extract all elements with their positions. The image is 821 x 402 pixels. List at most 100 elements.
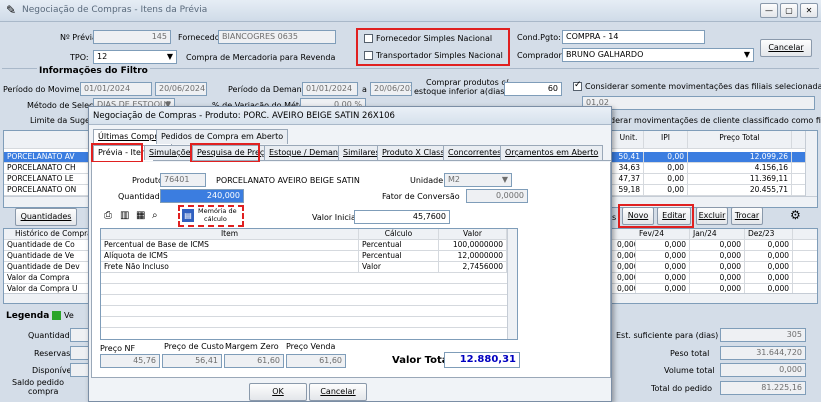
fornecedor-simples-checkbox[interactable] <box>364 34 373 43</box>
preco-venda-field[interactable]: 61,60 <box>286 354 346 368</box>
preco-nf-label: Preço NF <box>100 344 136 353</box>
preco-nf-field[interactable]: 45,76 <box>100 354 160 368</box>
back-s-label: s <box>612 213 617 222</box>
tab-pedidos-aberto[interactable]: Pedidos de Compra em Aberto <box>156 129 289 144</box>
tab-orcamentos-aberto[interactable]: Orçamentos em Aberto <box>500 145 604 160</box>
grid-icon[interactable]: ▦ <box>136 210 148 222</box>
reservas-label: Reservas <box>34 349 71 358</box>
periodo-mov-to[interactable]: 20/06/2024 <box>155 82 207 96</box>
memoria-calculo-button[interactable]: ▤ Memória de cálculo <box>182 207 240 225</box>
calc-scrollbar[interactable] <box>507 229 517 339</box>
volume-label: Volume total <box>664 366 715 375</box>
cond-pgto-field[interactable]: COMPRA - 14 <box>562 30 705 44</box>
peso-label: Peso total <box>670 349 710 358</box>
col-valor: Valor <box>439 229 507 240</box>
comprador-value: BRUNO GALHARDO <box>566 50 644 59</box>
reservas-field[interactable] <box>70 346 90 360</box>
product-ipi: 0,00 <box>644 163 688 174</box>
col-calculo: Cálculo <box>359 229 439 240</box>
tab-concorrentes[interactable]: Concorrentes <box>443 145 507 160</box>
preco-custo-field[interactable]: 56,41 <box>162 354 222 368</box>
produto-code-field[interactable]: 76401 <box>160 173 206 187</box>
legenda-item: Ve <box>64 311 74 320</box>
calc-type: Valor <box>359 262 439 273</box>
volume-field[interactable]: 0,000 <box>720 363 806 377</box>
margem-label: Margem Zero <box>225 342 279 351</box>
periodo-dem-from[interactable]: 01/01/2024 <box>302 82 358 96</box>
margem-field[interactable]: 61,60 <box>224 354 284 368</box>
product-total: 20.455,71 <box>688 185 792 196</box>
preview-icon[interactable]: ⌕ <box>152 210 164 222</box>
quantidade-dialog-field[interactable]: 240,000 <box>160 189 244 203</box>
columns-icon[interactable]: ▥ <box>120 210 132 222</box>
table-row[interactable]: Frete Não Incluso Valor 2,7456000 <box>101 262 517 273</box>
minimize-button[interactable]: — <box>760 3 778 18</box>
valor-inicial-label: Valor Inicial <box>312 213 359 222</box>
peso-field[interactable]: 31.644,720 <box>720 346 806 360</box>
est-field[interactable]: 305 <box>720 328 806 342</box>
produto-desc: PORCELANATO AVEIRO BEIGE SATIN <box>216 176 360 185</box>
total-pedido-field[interactable]: 81.225,16 <box>720 381 806 395</box>
disponivel-field[interactable] <box>70 363 90 377</box>
novo-button[interactable]: Novo <box>622 207 654 225</box>
tab-simulacoes-label: Simulações <box>149 148 195 157</box>
history-value: 0,000 <box>636 273 690 284</box>
calc-item: Alíquota de ICMS <box>101 251 359 262</box>
quantidade-dialog-label: Quantidade <box>118 192 165 201</box>
cancelar-main-button[interactable]: Cancelar <box>760 39 812 57</box>
history-value: 0,000 <box>614 262 636 273</box>
col-dez23: Dez/23 <box>745 229 793 240</box>
calc-grid[interactable]: Item Cálculo Valor Percentual de Base de… <box>100 228 518 340</box>
history-value: 0,000 <box>745 251 793 262</box>
transportador-simples-checkbox[interactable] <box>364 51 373 60</box>
products-scrollbar[interactable] <box>805 131 817 197</box>
top-tabs: Últimas Compras Pedidos de Compra em Abe… <box>91 129 611 145</box>
comprar-label-2: estoque inferior a(dias) <box>414 87 508 96</box>
considerar-label: Considerar somente movimentações das fil… <box>585 82 821 91</box>
main-tabs: Prévia - Item Simulações Pesquisa de Pre… <box>91 145 611 161</box>
comprador-select[interactable]: BRUNO GALHARDO ▼ <box>562 48 754 62</box>
filiais-field[interactable]: 01,02 <box>582 96 815 110</box>
product-total: 4.156,16 <box>688 163 792 174</box>
valor-inicial-field[interactable]: 45,7600 <box>354 210 450 224</box>
tools-icon[interactable]: ⚙ <box>790 208 801 222</box>
excluir-button[interactable]: Excluir <box>696 207 728 225</box>
table-row[interactable]: Percentual de Base de ICMS Percentual 10… <box>101 240 517 251</box>
ok-button[interactable]: OK <box>249 383 307 401</box>
excluir-label: Excluir <box>698 211 726 220</box>
tab-quantidades[interactable]: Quantidades <box>15 208 77 226</box>
trocar-label: Trocar <box>734 211 760 220</box>
trocar-button[interactable]: Trocar <box>731 207 763 225</box>
unidade-select[interactable]: M2 ▼ <box>444 173 512 187</box>
product-unit: 59,18 <box>614 185 644 196</box>
empty-row <box>101 317 517 328</box>
close-button[interactable]: ✕ <box>800 3 818 18</box>
comprar-label-1: Comprar produtos c/ <box>426 78 509 87</box>
history-value: 0,000 <box>690 262 745 273</box>
empty-row <box>101 306 517 317</box>
col-jan24: Jan/24 <box>690 229 745 240</box>
editar-button[interactable]: Editar <box>657 207 691 225</box>
calc-type: Percentual <box>359 240 439 251</box>
history-row-label: Valor da Compra <box>4 273 94 284</box>
quantidade-sum-field[interactable] <box>70 328 90 342</box>
tpo-field[interactable]: 12 ▼ <box>93 50 177 64</box>
considerar-checkbox[interactable] <box>573 80 582 91</box>
maximize-button[interactable]: ▢ <box>780 3 798 18</box>
nprevia-field[interactable]: 145 <box>93 30 171 44</box>
fator-field[interactable]: 0,0000 <box>466 189 528 203</box>
fornecedor-field[interactable]: BIANCOGRES 0635 <box>218 30 336 44</box>
dialog-titlebar: Negociação de Compras - Produto: PORC. A… <box>89 107 611 125</box>
table-row[interactable]: Alíquota de ICMS Percentual 12,0000000 <box>101 251 517 262</box>
chevron-down-icon: ▼ <box>501 175 508 184</box>
periodo-dem-to[interactable]: 20/06/2024 <box>370 82 412 96</box>
history-value: 0,000 <box>614 240 636 251</box>
cancelar-dialog-button[interactable]: Cancelar <box>309 383 367 401</box>
history-value: 0,000 <box>636 251 690 262</box>
periodo-mov-from[interactable]: 01/01/2024 <box>80 82 152 96</box>
valor-total-field[interactable]: 12.880,31 <box>444 352 520 368</box>
print-icon[interactable]: ⎙ <box>104 210 116 222</box>
comprar-field[interactable]: 60 <box>504 82 562 96</box>
produto-label: Produto <box>132 176 163 185</box>
valor-total-label: Valor Total <box>392 355 452 366</box>
